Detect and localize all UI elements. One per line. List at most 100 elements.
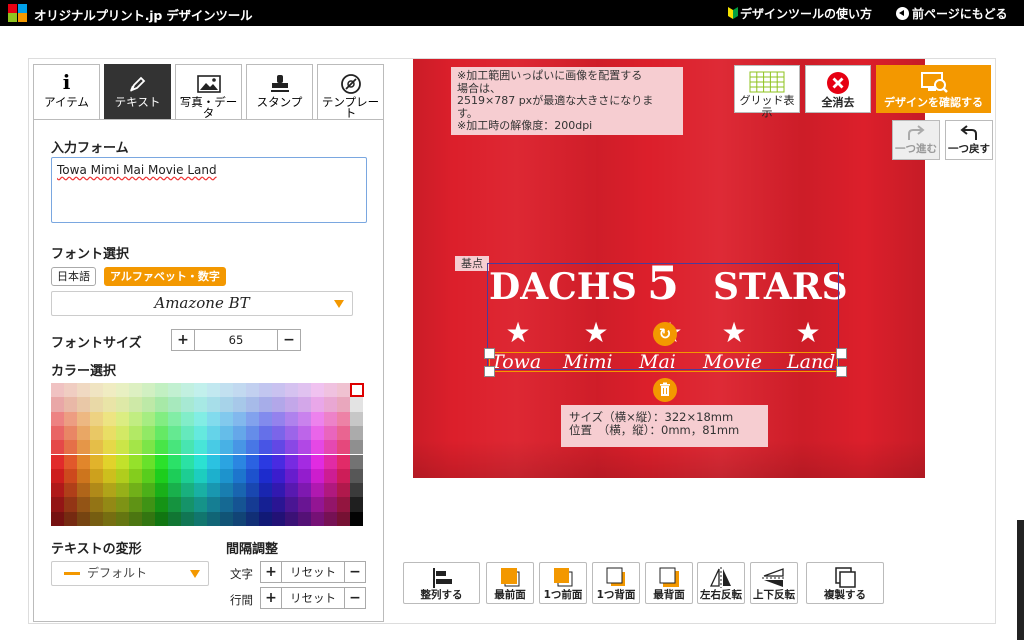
font-tab-alphabet[interactable]: アルファベット・数字 bbox=[104, 267, 226, 286]
color-swatch[interactable] bbox=[77, 411, 90, 426]
color-swatch[interactable] bbox=[103, 383, 116, 398]
color-swatch[interactable] bbox=[116, 411, 129, 426]
color-swatch[interactable] bbox=[272, 497, 285, 512]
color-swatch[interactable] bbox=[350, 440, 363, 455]
color-swatch[interactable] bbox=[233, 411, 246, 426]
color-swatch[interactable] bbox=[77, 397, 90, 412]
color-swatch[interactable] bbox=[155, 411, 168, 426]
color-swatch[interactable] bbox=[194, 454, 207, 469]
color-swatch[interactable] bbox=[103, 468, 116, 484]
line-spacing-minus-button[interactable]: − bbox=[345, 588, 365, 608]
font-size-value[interactable]: 65 bbox=[194, 330, 278, 350]
color-swatch[interactable] bbox=[298, 454, 311, 469]
color-swatch[interactable] bbox=[311, 425, 324, 441]
line-spacing-reset-button[interactable]: リセット bbox=[281, 588, 345, 608]
color-swatch[interactable] bbox=[285, 440, 298, 455]
color-swatch[interactable] bbox=[272, 411, 285, 426]
flip-vertical-button[interactable]: 上下反転 bbox=[750, 562, 798, 604]
color-swatch[interactable] bbox=[272, 383, 285, 398]
color-swatch[interactable] bbox=[259, 454, 272, 469]
char-spacing-reset-button[interactable]: リセット bbox=[281, 562, 345, 582]
color-swatch[interactable] bbox=[51, 425, 64, 441]
color-swatch[interactable] bbox=[142, 497, 155, 512]
rotate-handle-icon[interactable]: ↻ bbox=[653, 322, 677, 346]
grid-toggle-button[interactable]: グリッド表示 bbox=[734, 65, 800, 119]
color-swatch[interactable] bbox=[155, 425, 168, 441]
color-swatch[interactable] bbox=[155, 468, 168, 484]
selected-color-swatch[interactable] bbox=[350, 383, 364, 397]
color-swatch[interactable] bbox=[116, 468, 129, 484]
duplicate-button[interactable]: 複製する bbox=[806, 562, 884, 604]
color-swatch[interactable] bbox=[142, 397, 155, 412]
color-swatch[interactable] bbox=[259, 483, 272, 498]
color-swatch[interactable] bbox=[64, 440, 77, 455]
color-swatch[interactable] bbox=[51, 497, 64, 512]
color-swatch[interactable] bbox=[207, 383, 220, 398]
color-swatch[interactable] bbox=[181, 383, 194, 398]
color-swatch[interactable] bbox=[90, 454, 103, 469]
color-swatch[interactable] bbox=[311, 440, 324, 455]
color-swatch[interactable] bbox=[350, 397, 363, 412]
color-swatch[interactable] bbox=[90, 440, 103, 455]
color-swatch[interactable] bbox=[168, 497, 181, 512]
color-swatch[interactable] bbox=[285, 483, 298, 498]
color-swatch[interactable] bbox=[103, 440, 116, 455]
color-swatch[interactable] bbox=[168, 411, 181, 426]
color-swatch[interactable] bbox=[285, 383, 298, 398]
color-swatch[interactable] bbox=[129, 425, 142, 441]
color-swatch[interactable] bbox=[116, 425, 129, 441]
color-swatch[interactable] bbox=[90, 383, 103, 398]
clear-all-button[interactable]: 全消去 bbox=[805, 65, 871, 113]
color-swatch[interactable] bbox=[246, 425, 259, 441]
color-swatch[interactable] bbox=[259, 468, 272, 484]
color-swatch[interactable] bbox=[181, 454, 194, 469]
char-spacing-plus-button[interactable]: + bbox=[261, 562, 281, 582]
font-select[interactable]: Amazone BT bbox=[51, 291, 353, 316]
color-swatch[interactable] bbox=[129, 497, 142, 512]
color-swatch[interactable] bbox=[220, 397, 233, 412]
color-swatch[interactable] bbox=[259, 440, 272, 455]
color-swatch[interactable] bbox=[90, 425, 103, 441]
color-swatch[interactable] bbox=[142, 425, 155, 441]
page-scrollbar[interactable] bbox=[1017, 520, 1024, 640]
color-swatch[interactable] bbox=[181, 440, 194, 455]
color-swatch[interactable] bbox=[194, 411, 207, 426]
color-swatch[interactable] bbox=[324, 383, 337, 398]
color-swatch[interactable] bbox=[103, 511, 116, 526]
color-swatch[interactable] bbox=[168, 397, 181, 412]
color-swatch[interactable] bbox=[220, 454, 233, 469]
color-swatch[interactable] bbox=[168, 440, 181, 455]
color-swatch[interactable] bbox=[207, 411, 220, 426]
color-swatch[interactable] bbox=[155, 440, 168, 455]
color-swatch[interactable] bbox=[194, 397, 207, 412]
color-swatch[interactable] bbox=[90, 397, 103, 412]
color-swatch[interactable] bbox=[324, 411, 337, 426]
color-swatch[interactable] bbox=[64, 383, 77, 398]
color-swatch[interactable] bbox=[77, 440, 90, 455]
color-swatch[interactable] bbox=[194, 483, 207, 498]
color-swatch[interactable] bbox=[181, 397, 194, 412]
tab-template[interactable]: テンプレート bbox=[317, 64, 384, 120]
color-swatch[interactable] bbox=[246, 511, 259, 526]
color-swatch[interactable] bbox=[64, 468, 77, 484]
color-swatch[interactable] bbox=[207, 454, 220, 469]
color-swatch[interactable] bbox=[350, 468, 363, 484]
color-swatch[interactable] bbox=[246, 497, 259, 512]
resize-handle[interactable] bbox=[836, 348, 847, 359]
redo-button[interactable]: 一つ進む bbox=[892, 120, 940, 160]
color-swatch[interactable] bbox=[194, 511, 207, 526]
color-swatch[interactable] bbox=[181, 411, 194, 426]
color-swatch[interactable] bbox=[116, 397, 129, 412]
resize-handle[interactable] bbox=[484, 348, 495, 359]
color-swatch[interactable] bbox=[220, 468, 233, 484]
color-swatch[interactable] bbox=[311, 511, 324, 526]
color-swatch[interactable] bbox=[181, 511, 194, 526]
delete-trash-icon[interactable] bbox=[653, 378, 677, 402]
color-swatch[interactable] bbox=[246, 383, 259, 398]
color-swatch[interactable] bbox=[298, 468, 311, 484]
color-swatch[interactable] bbox=[337, 468, 350, 484]
color-swatch[interactable] bbox=[155, 383, 168, 398]
color-swatch[interactable] bbox=[298, 511, 311, 526]
color-swatch[interactable] bbox=[51, 411, 64, 426]
color-swatch[interactable] bbox=[324, 483, 337, 498]
